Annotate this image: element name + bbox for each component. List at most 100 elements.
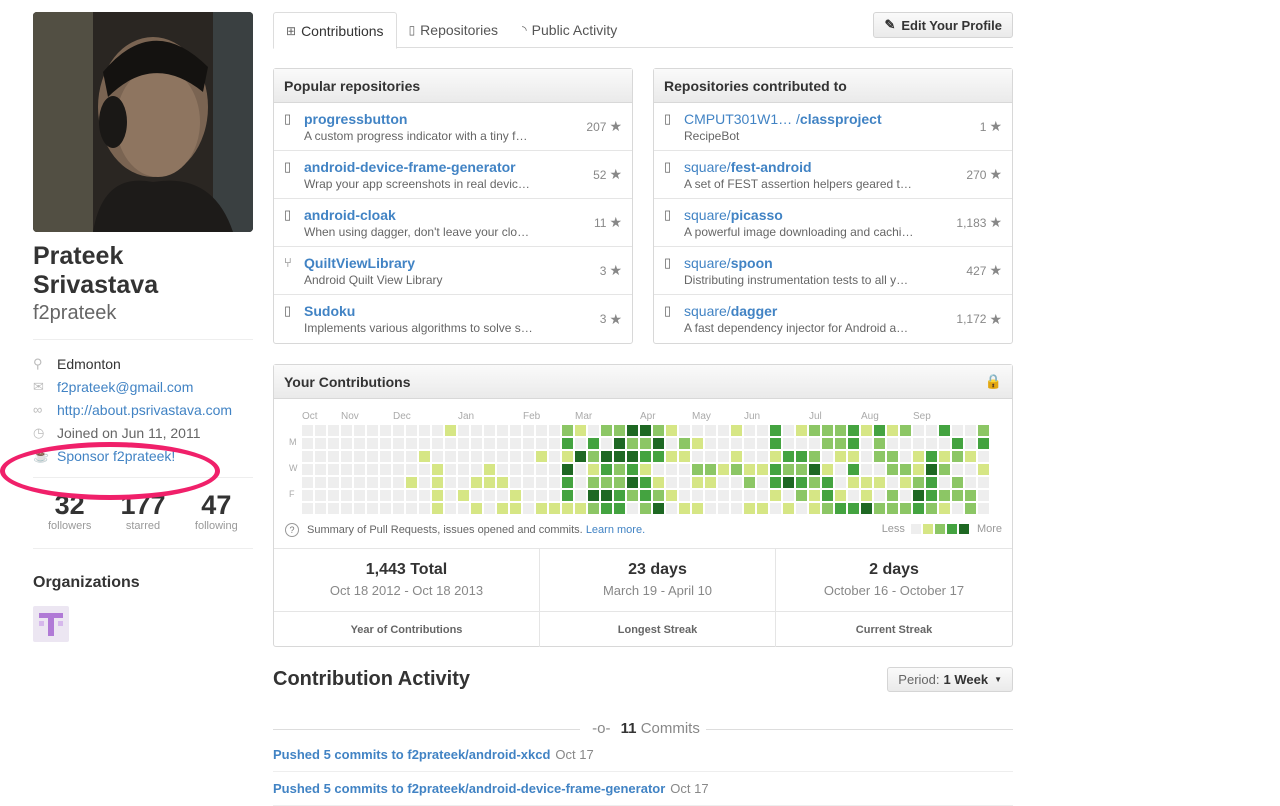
- contribution-day[interactable]: [757, 425, 768, 436]
- contribution-day[interactable]: [718, 438, 729, 449]
- contribution-day[interactable]: [757, 477, 768, 488]
- contribution-day[interactable]: [679, 425, 690, 436]
- contribution-day[interactable]: [627, 425, 638, 436]
- contribution-day[interactable]: [900, 438, 911, 449]
- contribution-day[interactable]: [640, 451, 651, 462]
- contribution-day[interactable]: [913, 425, 924, 436]
- contribution-day[interactable]: [731, 477, 742, 488]
- contribution-day[interactable]: [523, 477, 534, 488]
- contribution-day[interactable]: [380, 425, 391, 436]
- contribution-day[interactable]: [484, 477, 495, 488]
- contribution-day[interactable]: [328, 503, 339, 514]
- contribution-day[interactable]: [614, 438, 625, 449]
- contribution-day[interactable]: [744, 464, 755, 475]
- contribution-day[interactable]: [406, 477, 417, 488]
- contribution-day[interactable]: [601, 490, 612, 501]
- contribution-day[interactable]: [705, 451, 716, 462]
- contribution-day[interactable]: [341, 464, 352, 475]
- contribution-day[interactable]: [978, 477, 989, 488]
- contribution-day[interactable]: [874, 490, 885, 501]
- contribution-day[interactable]: [302, 503, 313, 514]
- contribution-day[interactable]: [744, 490, 755, 501]
- contribution-day[interactable]: [419, 503, 430, 514]
- contribution-day[interactable]: [835, 490, 846, 501]
- contribution-day[interactable]: [965, 425, 976, 436]
- learn-more-link[interactable]: Learn more.: [586, 524, 645, 536]
- contribution-day[interactable]: [874, 438, 885, 449]
- contribution-day[interactable]: [822, 464, 833, 475]
- contribution-day[interactable]: [588, 425, 599, 436]
- contribution-day[interactable]: [640, 438, 651, 449]
- contribution-day[interactable]: [679, 464, 690, 475]
- contribution-day[interactable]: [523, 464, 534, 475]
- contribution-day[interactable]: [419, 438, 430, 449]
- contribution-day[interactable]: [718, 490, 729, 501]
- contribution-day[interactable]: [367, 464, 378, 475]
- contribution-day[interactable]: [614, 425, 625, 436]
- contribution-day[interactable]: [627, 451, 638, 462]
- contribution-day[interactable]: [848, 477, 859, 488]
- contribution-day[interactable]: [328, 451, 339, 462]
- contribution-day[interactable]: [939, 438, 950, 449]
- repo-item[interactable]: ▯ square/dagger A fast dependency inject…: [654, 295, 1012, 343]
- contribution-day[interactable]: [796, 425, 807, 436]
- repo-item[interactable]: ⑂ QuiltViewLibrary Android Quilt View Li…: [274, 247, 632, 295]
- contribution-day[interactable]: [302, 438, 313, 449]
- contribution-day[interactable]: [666, 464, 677, 475]
- contribution-day[interactable]: [822, 451, 833, 462]
- contribution-day[interactable]: [822, 425, 833, 436]
- contribution-day[interactable]: [952, 425, 963, 436]
- contribution-day[interactable]: [549, 490, 560, 501]
- contribution-day[interactable]: [562, 425, 573, 436]
- contribution-day[interactable]: [822, 503, 833, 514]
- contribution-day[interactable]: [770, 490, 781, 501]
- contribution-day[interactable]: [965, 477, 976, 488]
- contribution-day[interactable]: [549, 451, 560, 462]
- repo-full-name[interactable]: square/fest-android: [684, 159, 958, 175]
- contribution-day[interactable]: [510, 503, 521, 514]
- contribution-day[interactable]: [432, 464, 443, 475]
- contribution-day[interactable]: [575, 438, 586, 449]
- contribution-day[interactable]: [978, 438, 989, 449]
- contribution-day[interactable]: [445, 425, 456, 436]
- contribution-day[interactable]: [354, 464, 365, 475]
- contribution-day[interactable]: [419, 451, 430, 462]
- contribution-day[interactable]: [952, 464, 963, 475]
- contribution-day[interactable]: [835, 477, 846, 488]
- contribution-day[interactable]: [627, 438, 638, 449]
- contribution-day[interactable]: [588, 464, 599, 475]
- tab-contributions[interactable]: ⊞ Contributions: [273, 12, 397, 49]
- stat-following[interactable]: 47 following: [180, 490, 253, 532]
- contribution-day[interactable]: [796, 464, 807, 475]
- contribution-day[interactable]: [705, 425, 716, 436]
- contribution-day[interactable]: [393, 464, 404, 475]
- contribution-day[interactable]: [315, 438, 326, 449]
- contribution-day[interactable]: [315, 425, 326, 436]
- contribution-day[interactable]: [809, 477, 820, 488]
- contribution-day[interactable]: [588, 503, 599, 514]
- contribution-day[interactable]: [497, 503, 508, 514]
- contribution-day[interactable]: [341, 438, 352, 449]
- contribution-day[interactable]: [692, 438, 703, 449]
- contribution-day[interactable]: [718, 503, 729, 514]
- contribution-day[interactable]: [809, 503, 820, 514]
- contribution-day[interactable]: [627, 477, 638, 488]
- contribution-day[interactable]: [406, 464, 417, 475]
- contribution-day[interactable]: [367, 477, 378, 488]
- contribution-day[interactable]: [601, 464, 612, 475]
- contribution-day[interactable]: [913, 503, 924, 514]
- contribution-day[interactable]: [900, 425, 911, 436]
- contribution-day[interactable]: [887, 503, 898, 514]
- contribution-day[interactable]: [757, 490, 768, 501]
- contribution-day[interactable]: [861, 503, 872, 514]
- contribution-day[interactable]: [315, 503, 326, 514]
- contribution-day[interactable]: [848, 438, 859, 449]
- contribution-day[interactable]: [900, 477, 911, 488]
- contribution-day[interactable]: [666, 477, 677, 488]
- contribution-day[interactable]: [471, 425, 482, 436]
- contribution-day[interactable]: [614, 503, 625, 514]
- contribution-day[interactable]: [510, 464, 521, 475]
- contribution-day[interactable]: [783, 425, 794, 436]
- contribution-day[interactable]: [848, 451, 859, 462]
- contribution-day[interactable]: [549, 464, 560, 475]
